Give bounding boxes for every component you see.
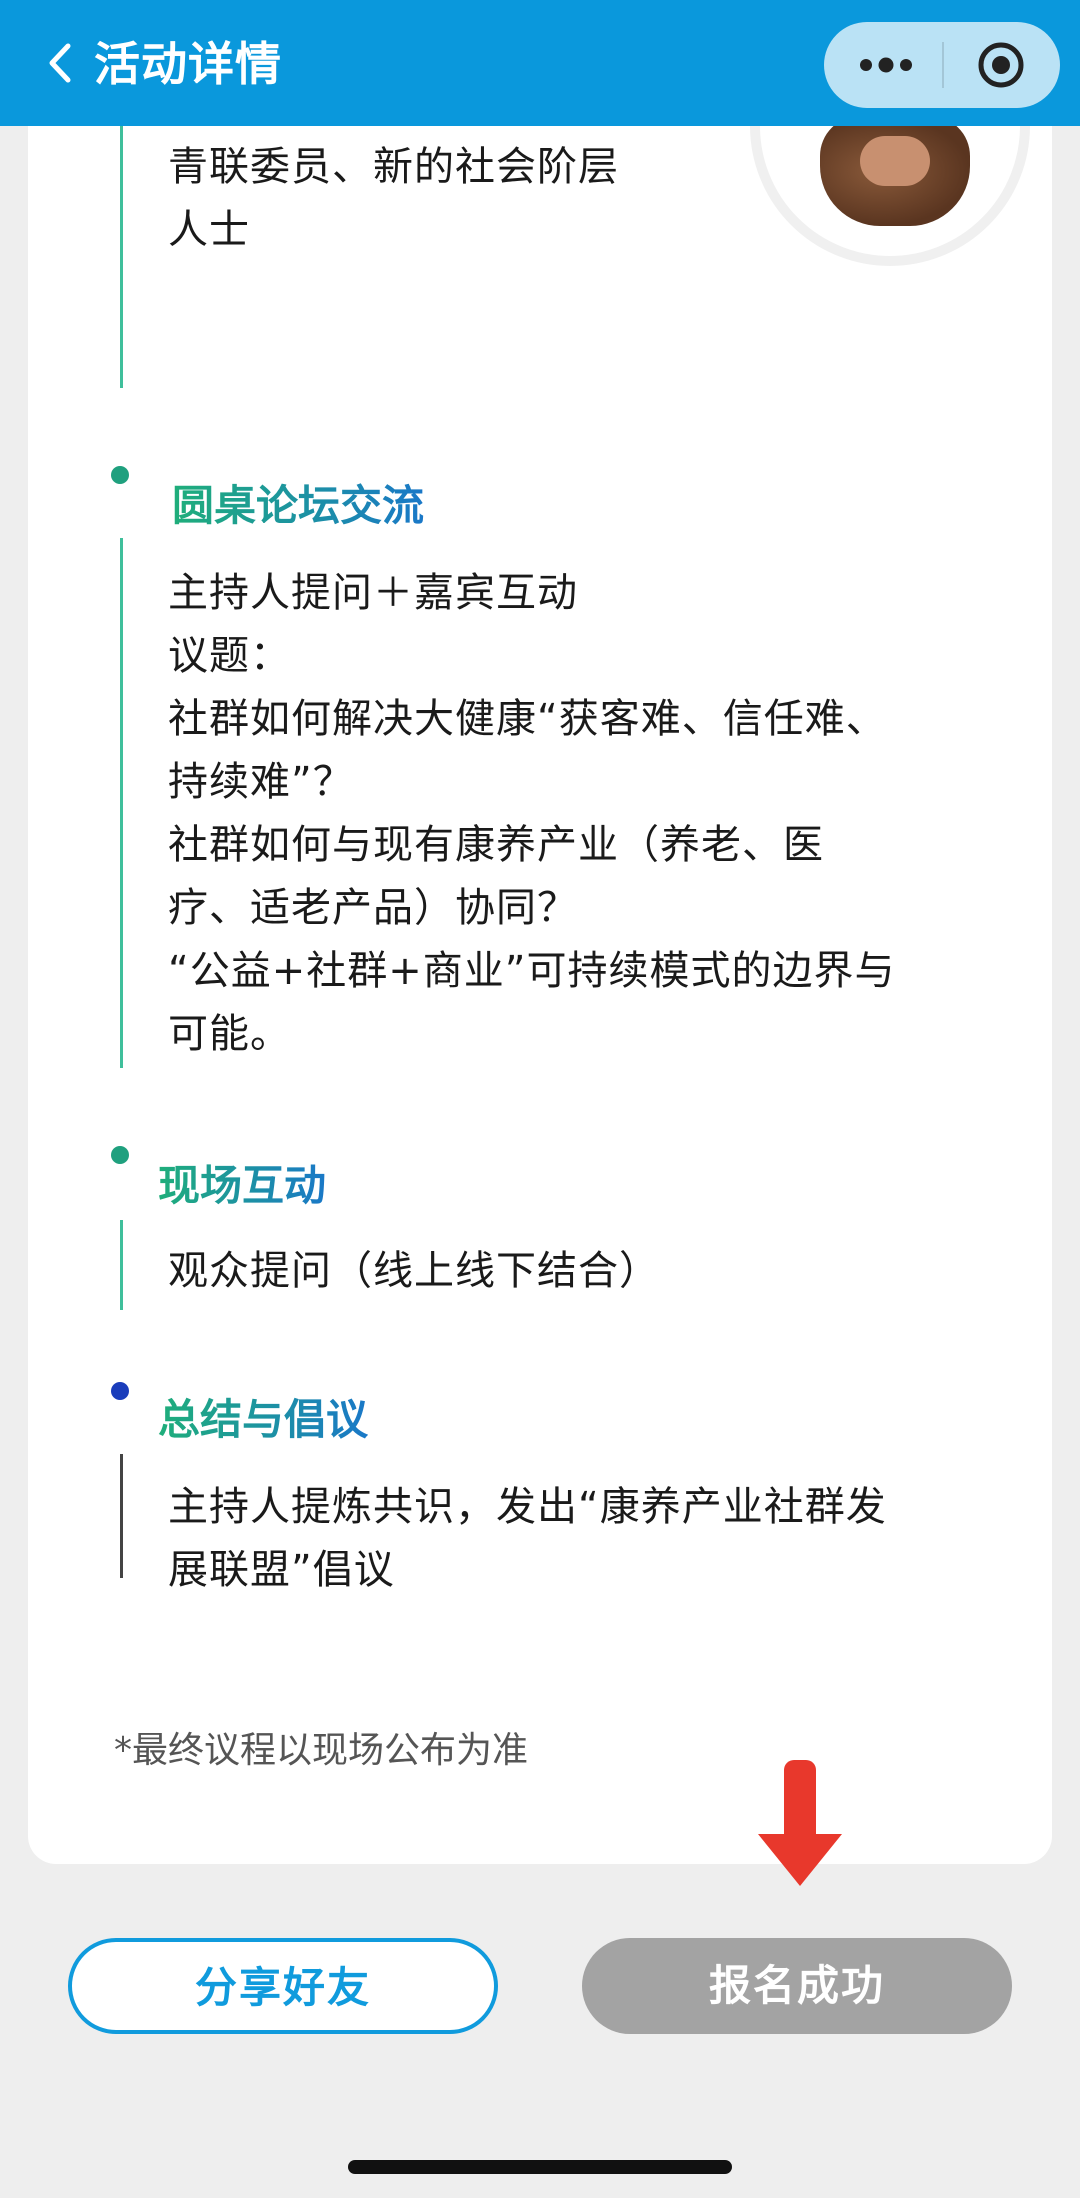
text-line: 人士 bbox=[168, 207, 250, 253]
text-line: 可能。 bbox=[168, 1011, 291, 1057]
text-line: 议题： bbox=[168, 633, 291, 679]
section-title: 总结与倡议 bbox=[158, 1390, 368, 1450]
red-arrow-icon bbox=[758, 1760, 842, 1886]
page-title: 活动详情 bbox=[94, 37, 282, 91]
text-line: 展联盟”倡议 bbox=[168, 1547, 395, 1593]
home-indicator bbox=[348, 2160, 732, 2174]
back-chevron-icon[interactable] bbox=[42, 40, 78, 86]
more-dots-icon[interactable] bbox=[856, 48, 916, 82]
timeline-line bbox=[120, 538, 123, 1068]
section-title: 现场互动 bbox=[158, 1156, 326, 1216]
text-line: “公益+社群+商业”可持续模式的边界与 bbox=[168, 948, 896, 994]
section-body: 主持人提炼共识，发出“康养产业社群发 展联盟”倡议 bbox=[168, 1476, 998, 1602]
text-line: 观众提问（线上线下结合） bbox=[168, 1248, 660, 1294]
section-body: 观众提问（线上线下结合） bbox=[168, 1240, 998, 1303]
agenda-card: 青联委员、新的社会阶层 人士 圆桌论坛交流 主持人提问＋嘉宾互动 议题： 社群如… bbox=[28, 126, 1052, 1864]
share-friends-button[interactable]: 分享好友 bbox=[68, 1938, 498, 2034]
timeline-dot bbox=[111, 466, 129, 484]
text-line: 持续难”？ bbox=[168, 759, 354, 805]
timeline-line bbox=[120, 1454, 123, 1578]
text-line: 主持人提炼共识，发出“康养产业社群发 bbox=[168, 1484, 887, 1530]
text-line: 疗、适老产品）协同？ bbox=[168, 885, 578, 931]
capsule-divider bbox=[942, 42, 944, 88]
top-nav-bar: 活动详情 bbox=[0, 0, 1080, 126]
timeline-dot bbox=[111, 1146, 129, 1164]
section-title: 圆桌论坛交流 bbox=[172, 476, 424, 536]
timeline-line bbox=[120, 126, 123, 388]
miniprogram-capsule bbox=[824, 22, 1060, 108]
text-line: 社群如何解决大健康“获客难、信任难、 bbox=[168, 696, 887, 742]
text-line: 主持人提问＋嘉宾互动 bbox=[168, 570, 578, 616]
agenda-note: *最终议程以现场公布为准 bbox=[114, 1730, 529, 1771]
timeline-dot bbox=[111, 1382, 129, 1400]
target-icon[interactable] bbox=[976, 40, 1026, 90]
text-line: 青联委员、新的社会阶层 bbox=[168, 144, 619, 190]
registered-button[interactable]: 报名成功 bbox=[582, 1938, 1012, 2034]
section-body: 主持人提问＋嘉宾互动 议题： 社群如何解决大健康“获客难、信任难、 持续难”？ … bbox=[168, 562, 998, 1066]
timeline-line bbox=[120, 1220, 123, 1310]
text-line: 社群如何与现有康养产业（养老、医 bbox=[168, 822, 824, 868]
speaker-description: 青联委员、新的社会阶层 人士 bbox=[168, 136, 998, 262]
